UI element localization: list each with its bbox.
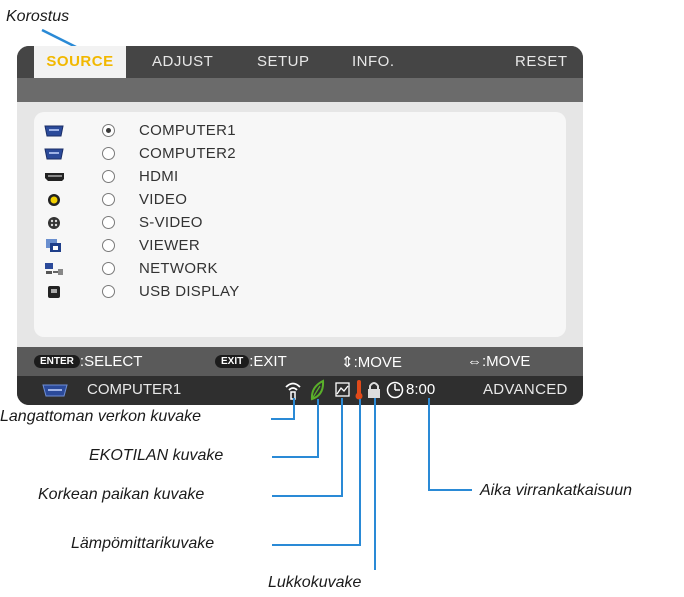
eco-callout: EKOTILAN kuvake [89,447,224,464]
source-label: VIEWER [139,237,200,254]
current-source: COMPUTER1 [87,381,182,398]
source-label: NETWORK [139,260,218,277]
source-label: USB DISPLAY [139,283,240,300]
off-timer-value: 8:00 [406,381,436,398]
menu-bar: SOURCE ADJUST SETUP INFO. RESET [17,46,583,78]
help-select-text: :SELECT [79,353,143,370]
tab-info[interactable]: INFO. [352,46,395,78]
radio-button[interactable] [102,124,115,137]
source-item-s-video[interactable]: S-VIDEO [34,212,554,234]
viewer-icon [44,238,64,254]
radio-button[interactable] [102,285,115,298]
help-select: ENTER:SELECT [34,353,142,370]
altitude-callout: Korkean paikan kuvake [38,486,205,503]
eco-leader [272,456,319,458]
osd-menu: SOURCE ADJUST SETUP INFO. RESET COMPUTER… [17,46,583,405]
source-item-hdmi[interactable]: HDMI [34,166,554,188]
exit-key-badge: EXIT [215,355,250,368]
help-move-horizontal: ⇔:MOVE [467,353,531,370]
altitude-leader [341,398,343,497]
lock-callout: Lukkokuvake [268,574,362,591]
source-item-usb-display[interactable]: USB DISPLAY [34,281,554,303]
source-label: HDMI [139,168,179,185]
tab-setup[interactable]: SETUP [257,46,310,78]
source-item-computer1[interactable]: COMPUTER1 [34,120,554,142]
hdmi-connector-icon [44,169,64,185]
source-item-network[interactable]: NETWORK [34,258,554,280]
source-item-viewer[interactable]: VIEWER [34,235,554,257]
source-list: COMPUTER1 COMPUTER2 HDMI VIDEO S-VIDEO V… [34,112,566,337]
source-label: COMPUTER1 [139,122,236,139]
network-icon [44,261,64,277]
off-timer-leader [428,489,472,491]
altitude-leader [272,495,343,497]
vga-connector-icon [44,146,64,162]
svideo-connector-icon [44,215,64,231]
sub-bar [17,78,583,102]
wireless-callout: Langattoman verkon kuvake [0,408,202,425]
radio-button[interactable] [102,170,115,183]
clock-icon [386,381,404,404]
source-item-video[interactable]: VIDEO [34,189,554,211]
thermometer-leader [272,544,361,546]
menu-mode: ADVANCED [483,381,568,398]
help-exit: EXIT:EXIT [215,353,287,370]
usb-display-icon [44,284,64,300]
source-label: VIDEO [139,191,188,208]
tab-adjust[interactable]: ADJUST [152,46,213,78]
help-move-vertical: ⇕:MOVE [341,354,402,371]
off-timer-callout: Aika virrankatkaisuun [480,482,633,499]
eco-leader [317,399,319,458]
source-label: S-VIDEO [139,214,203,231]
vga-connector-icon [44,123,64,139]
help-exit-text: :EXIT [249,353,287,370]
help-bar: ENTER:SELECT EXIT:EXIT ⇕:MOVE ⇔:MOVE [17,347,583,376]
source-label: COMPUTER2 [139,145,236,162]
wireless-leader [293,398,295,420]
thermometer-callout: Lämpömittarikuvake [71,535,215,552]
radio-button[interactable] [102,216,115,229]
radio-button[interactable] [102,193,115,206]
source-item-computer2[interactable]: COMPUTER2 [34,143,554,165]
wireless-leader [271,418,295,420]
thermometer-leader [359,399,361,546]
off-timer-leader [428,398,430,491]
tab-reset[interactable]: RESET [515,46,568,78]
radio-button[interactable] [102,239,115,252]
highlight-callout: Korostus [6,8,70,25]
vga-connector-icon [42,384,68,402]
lock-leader [374,398,376,570]
radio-button[interactable] [102,147,115,160]
tab-source[interactable]: SOURCE [34,46,126,78]
status-bar: COMPUTER1 8:00 ADVANCED [17,376,583,405]
radio-button[interactable] [102,262,115,275]
enter-key-badge: ENTER [34,355,80,368]
rca-video-icon [44,192,64,208]
